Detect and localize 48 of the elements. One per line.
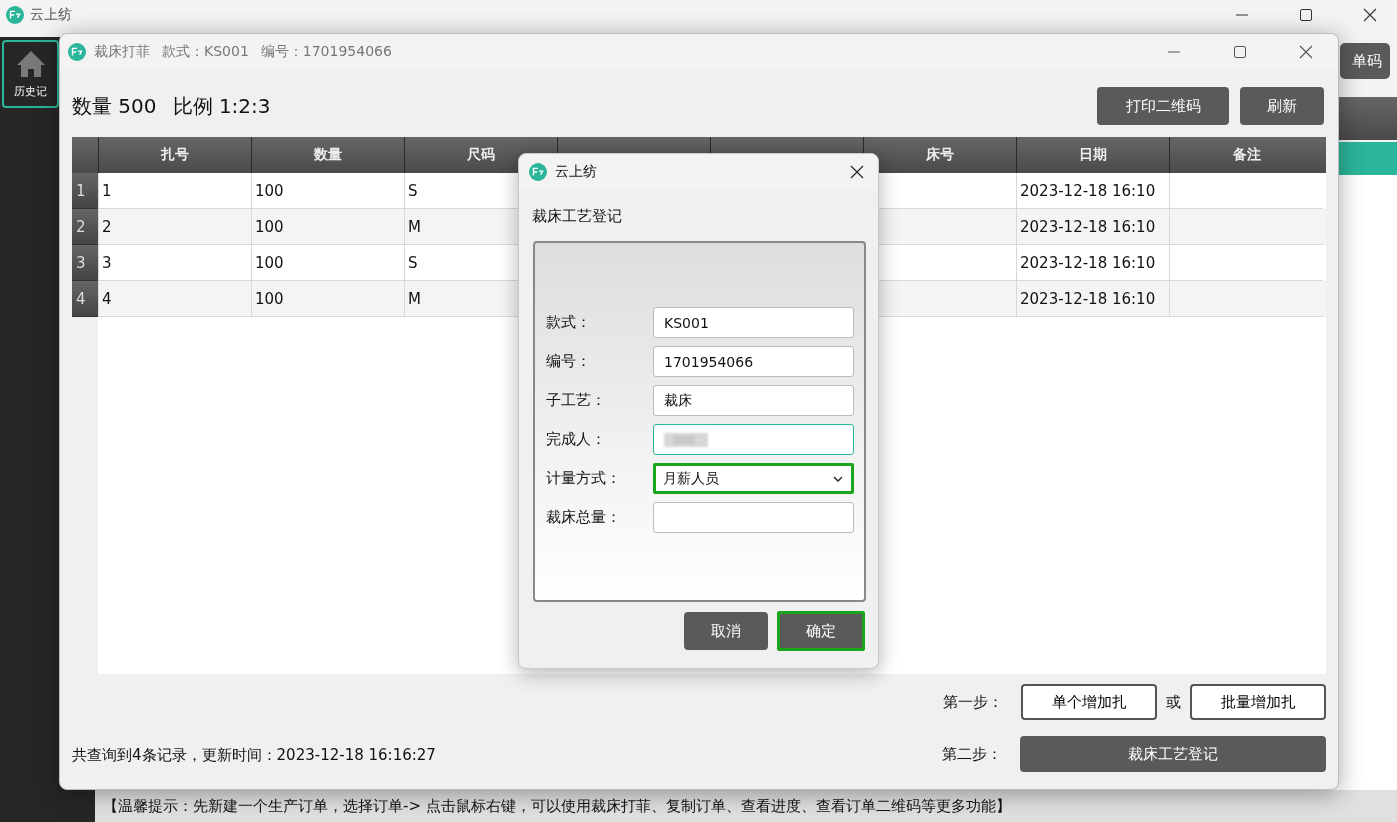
- field-label: 子工艺：: [546, 391, 607, 410]
- input-field[interactable]: [653, 502, 854, 533]
- input-field[interactable]: 1701954066: [653, 346, 854, 377]
- close-icon[interactable]: [1299, 45, 1313, 59]
- app-logo-icon: [529, 163, 547, 181]
- sidebar-label: 历史记: [14, 83, 47, 99]
- input-field[interactable]: KS001: [653, 307, 854, 338]
- batch-add-button[interactable]: 批量增加扎: [1190, 684, 1326, 720]
- house-icon: [15, 49, 46, 78]
- status-text: 共查询到4条记录，更新时间：2023-12-18 16:16:27: [72, 746, 437, 766]
- app-logo-icon: [68, 43, 86, 61]
- field-label: 完成人：: [546, 430, 607, 449]
- sidebar-item[interactable]: 历史记: [2, 40, 59, 108]
- maximize-icon[interactable]: [1299, 8, 1313, 22]
- toolbar-button[interactable]: 打印二维码: [1097, 87, 1229, 125]
- blurred-value: [664, 432, 708, 447]
- maximize-icon[interactable]: [1233, 45, 1247, 59]
- hint-text: 【温馨提示：先新建一个生产订单，选择订单-> 点击鼠标右键，可以使用裁床打菲、复制订单、查看进度、查看订单二维码等更多功能】: [95, 790, 1397, 822]
- select-field[interactable]: 月薪人员: [653, 463, 854, 494]
- window-title: 裁床打菲: [94, 43, 150, 61]
- add-bundle-button[interactable]: 单个增加扎: [1021, 684, 1157, 720]
- field-label: 编号：: [546, 352, 592, 371]
- step-label: 第一步：: [943, 692, 1003, 712]
- register-button[interactable]: 裁床工艺登记: [1020, 736, 1326, 772]
- row-header[interactable]: 2: [72, 209, 98, 245]
- field-label: 计量方式：: [546, 469, 622, 488]
- input-field[interactable]: [653, 424, 854, 455]
- or-text: 或: [1166, 692, 1181, 712]
- row-header[interactable]: 1: [72, 173, 98, 209]
- dialog-title: 云上纺: [555, 163, 597, 181]
- summary-text: 数量 500: [72, 92, 157, 120]
- dialog-button[interactable]: 取消: [684, 612, 768, 650]
- app-title: 云上纺: [30, 6, 72, 24]
- input-field[interactable]: 裁床: [653, 385, 854, 416]
- app-logo-icon: [6, 6, 24, 24]
- close-icon[interactable]: [1363, 8, 1377, 22]
- window-title: 款式：KS001: [162, 43, 249, 61]
- toolbar-button[interactable]: 刷新: [1240, 87, 1324, 125]
- summary-text: 比例 1:2:3: [172, 92, 271, 120]
- chevron-down-icon: [833, 475, 843, 482]
- dialog-button[interactable]: 确定: [777, 611, 865, 651]
- field-label: 裁床总量：: [546, 508, 622, 527]
- window-title: 编号：1701954066: [260, 43, 392, 61]
- step-label: 第二步：: [942, 744, 1002, 764]
- row-header[interactable]: 4: [72, 281, 98, 317]
- toolbar-button[interactable]: 单码: [1340, 43, 1390, 79]
- row-header[interactable]: 3: [72, 245, 98, 281]
- close-icon[interactable]: [850, 165, 864, 179]
